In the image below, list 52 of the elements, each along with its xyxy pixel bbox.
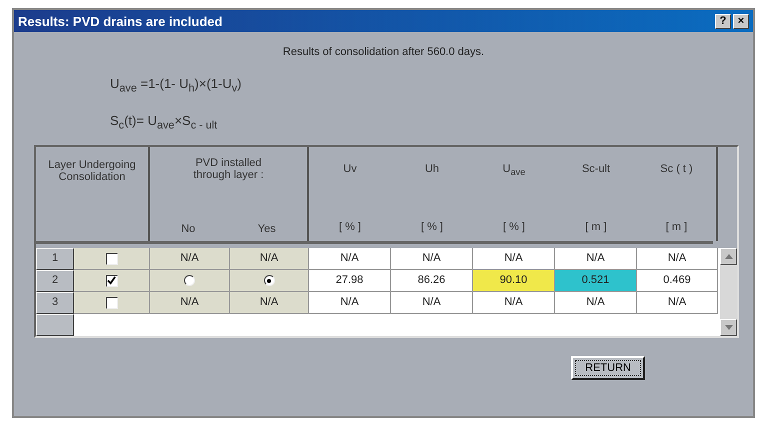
row-header[interactable] — [36, 314, 74, 336]
table-cell: 86.26 — [391, 270, 473, 292]
return-button[interactable]: RETURN — [571, 356, 645, 380]
formula: S$_{c}$(t)= U$_{ave}$×S$_{c - ult}$ — [110, 112, 218, 132]
table-cell: N/A — [637, 292, 718, 314]
checkbox[interactable] — [106, 296, 118, 309]
column-header: PVD installed through layer : — [192, 157, 265, 182]
table-cell: 27.98 — [309, 270, 391, 292]
column-header: No — [181, 223, 196, 236]
close-button[interactable]: × — [733, 14, 749, 28]
checkbox[interactable] — [106, 274, 118, 287]
table-cell: 0.521 — [555, 270, 637, 292]
row-header[interactable]: 1 — [36, 248, 74, 270]
column-header: Uv — [343, 163, 357, 176]
unit-label: [ % ] — [502, 221, 525, 234]
scroll-down-icon[interactable] — [720, 319, 737, 336]
unit-label: [ % ] — [420, 221, 443, 234]
table-cell: N/A — [473, 292, 555, 314]
checkbox[interactable] — [106, 252, 118, 265]
row-header[interactable]: 3 — [36, 292, 74, 314]
table-cell: N/A — [555, 292, 637, 314]
column-header: Yes — [258, 223, 276, 236]
scroll-up-icon[interactable] — [720, 248, 737, 266]
table-cell: N/A — [150, 292, 230, 314]
radio-button[interactable] — [264, 275, 274, 286]
table-cell: N/A — [309, 248, 391, 270]
formula: U$_{ave}$ =1-(1- U$_{h}$)×(1-U$_{v}$) — [110, 76, 243, 95]
table-cell: N/A — [230, 248, 309, 270]
summary-text: Results of consolidation after 560.0 days. — [282, 46, 484, 58]
table-cell: N/A — [230, 292, 309, 314]
table-cell: N/A — [150, 248, 230, 270]
radio-button[interactable] — [184, 275, 195, 286]
table-cell: 0.469 — [637, 270, 718, 292]
table-cell: N/A — [637, 248, 718, 270]
column-header: Layer Undergoing Consolidation — [36, 147, 150, 242]
table-cell: N/A — [555, 248, 637, 270]
column-header: Sc-ult — [582, 163, 610, 176]
column-header: Sc ( t ) — [660, 163, 693, 176]
row-header[interactable]: 2 — [36, 270, 74, 292]
scrollbar[interactable] — [720, 248, 737, 336]
table-cell: 90.10 — [473, 270, 555, 292]
table-cell: N/A — [473, 248, 555, 270]
unit-label: [ m ] — [666, 221, 688, 234]
table-cell: N/A — [391, 248, 473, 270]
column-header: U$_{ave}$ — [502, 163, 526, 178]
table-cell: N/A — [309, 292, 391, 314]
table-cell: N/A — [391, 292, 473, 314]
unit-label: [ m ] — [585, 221, 607, 234]
help-button[interactable]: ? — [715, 14, 731, 28]
unit-label: [ % ] — [338, 221, 361, 234]
column-header: Uh — [424, 163, 440, 176]
window-title: Results: PVD drains are included — [18, 14, 224, 28]
